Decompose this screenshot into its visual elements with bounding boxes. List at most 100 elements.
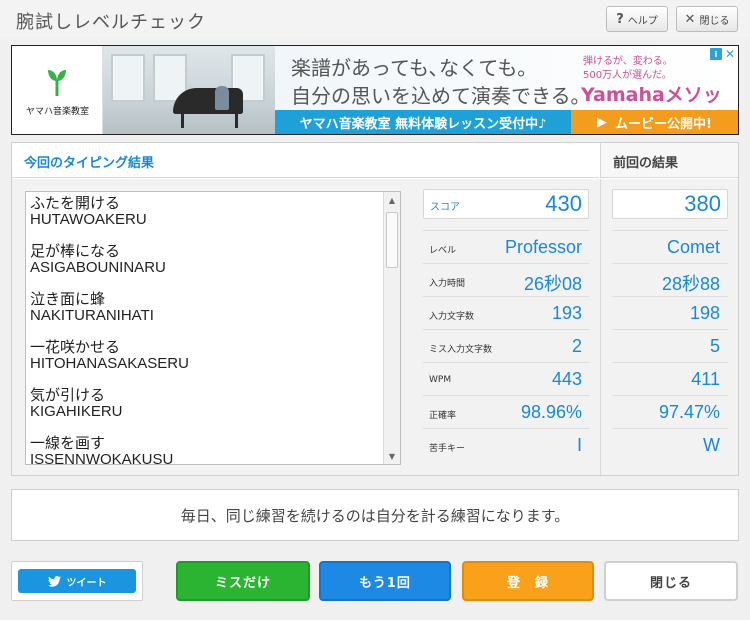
current-weak-key: I — [576, 435, 582, 455]
current-wpm: 443 — [551, 369, 582, 389]
stat-label-accuracy: 正確率 — [429, 411, 457, 421]
previous-chars: 198 — [689, 303, 720, 323]
ad-cta-movie[interactable]: ▶ ムービー公開中! — [571, 110, 738, 134]
stat-label-wpm: WPM — [429, 375, 452, 385]
ad-banner[interactable]: ヤマハ音楽教室 楽譜があっても､なくても｡ 自分の思いを込めて演奏できる｡ 弾け… — [11, 45, 739, 135]
row-divider — [612, 362, 728, 363]
previous-misses: 5 — [709, 336, 720, 356]
current-results-header: 今回のタイピング結果 — [12, 143, 599, 178]
previous-score: 380 — [684, 191, 721, 216]
word-kana: ふたを開ける — [30, 195, 121, 212]
row-divider — [423, 296, 589, 297]
row-divider — [423, 230, 589, 231]
row-divider — [612, 428, 728, 429]
row-divider — [612, 329, 728, 330]
word-romaji: ASIGABOUNINARU — [30, 259, 166, 276]
stat-label-weak-key: 苦手キー — [429, 444, 466, 454]
stat-label-level: レベル — [429, 246, 457, 256]
help-button[interactable]: ? ヘルプ — [606, 6, 668, 32]
ad-copy-line2: 自分の思いを込めて演奏できる｡ — [291, 84, 581, 108]
word-kana: 一線を画す — [30, 435, 106, 452]
word-kana: 気が引ける — [30, 387, 106, 404]
row-divider — [612, 395, 728, 396]
close-button[interactable]: 閉じる — [604, 561, 738, 601]
close-window-button[interactable]: ✕ 閉じる — [676, 6, 738, 32]
row-divider — [423, 395, 589, 396]
previous-accuracy: 97.47% — [658, 402, 720, 422]
tweet-container: ツイート — [11, 561, 143, 601]
register-button[interactable]: 登 録 — [462, 561, 594, 601]
scroll-down-icon[interactable]: ▼ — [384, 448, 400, 464]
previous-wpm: 411 — [691, 369, 720, 389]
word-romaji: HITOHANASAKASERU — [30, 355, 189, 372]
ad-info-icon[interactable]: i — [710, 48, 722, 60]
word-romaji: HUTAWOAKERU — [30, 211, 147, 228]
ad-cta-movie-label: ムービー公開中! — [615, 116, 712, 132]
close-window-label: 閉じる — [699, 15, 730, 27]
child-illustration — [215, 86, 229, 110]
row-divider — [612, 263, 728, 264]
piano-leg — [181, 112, 184, 128]
results-panel: 今回のタイピング結果 前回の結果 ふたを開ける HUTAWOAKERU 足が棒に… — [11, 142, 739, 476]
previous-time: 28秒88 — [661, 274, 720, 294]
ad-cta-lesson[interactable]: ヤマハ音楽教室 無料体験レッスン受付中♪ — [275, 110, 571, 134]
previous-level: Comet — [666, 237, 720, 257]
close-icon: ✕ — [684, 11, 696, 27]
word-kana: 泣き面に蜂 — [30, 291, 106, 308]
word-list-scrollbar[interactable]: ▲ ▼ — [383, 192, 400, 464]
photo-window — [111, 54, 145, 102]
word-kana: 一花咲かせる — [30, 339, 121, 356]
stat-label-chars: 入力文字数 — [429, 312, 475, 322]
tweet-button[interactable]: ツイート — [18, 569, 136, 593]
ad-brand: ヤマハ音楽教室 — [25, 107, 89, 117]
previous-weak-key: W — [703, 435, 720, 455]
question-icon: ? — [616, 11, 624, 27]
score-label: スコア — [430, 202, 460, 213]
advice-message: 毎日、同じ練習を続けるのは自分を計る練習になります。 — [11, 489, 739, 541]
help-button-label: ヘルプ — [627, 15, 658, 27]
previous-score-box: 380 — [612, 189, 728, 219]
scroll-thumb[interactable] — [386, 212, 398, 268]
current-score: 430 — [545, 191, 582, 216]
previous-stats-column — [600, 179, 738, 475]
current-score-box: スコア 430 — [423, 189, 589, 219]
previous-results-title: 前回の結果 — [613, 156, 679, 171]
ad-photo — [103, 46, 275, 134]
current-time: 26秒08 — [523, 274, 582, 294]
ad-controls: i ✕ — [710, 46, 738, 62]
window-title: 腕試しレベルチェック — [16, 12, 206, 33]
ad-logo: ヤマハ音楽教室 — [12, 46, 103, 134]
retry-button[interactable]: もう1回 — [319, 561, 451, 601]
tweet-label: ツイート — [66, 577, 107, 589]
stat-label-time: 入力時間 — [429, 279, 466, 289]
current-stats-column — [414, 179, 600, 475]
current-level: Professor — [504, 237, 582, 257]
scroll-up-icon[interactable]: ▲ — [384, 192, 400, 208]
word-romaji: ISSENNWOKAKUSU — [30, 451, 174, 465]
previous-results-header: 前回の結果 — [600, 143, 738, 178]
stat-label-misses: ミス入力文字数 — [429, 345, 493, 355]
twitter-bird-icon — [47, 575, 61, 587]
current-misses: 2 — [571, 336, 582, 356]
row-divider — [612, 296, 728, 297]
row-divider — [423, 428, 589, 429]
current-chars: 193 — [551, 303, 582, 323]
word-kana: 足が棒になる — [30, 243, 121, 260]
word-romaji: NAKITURANIHATI — [30, 307, 154, 324]
row-divider — [612, 230, 728, 231]
typed-words-list[interactable]: ふたを開ける HUTAWOAKERU 足が棒になる ASIGABOUNINARU… — [25, 191, 401, 465]
piano-leg — [235, 112, 238, 128]
play-icon: ▶ — [597, 114, 608, 130]
ad-copy-area: 楽譜があっても､なくても｡ 自分の思いを込めて演奏できる｡ 弾けるが、変わる。 … — [275, 46, 731, 133]
title-bar: 腕試しレベルチェック ? ヘルプ ✕ 閉じる — [0, 0, 750, 38]
current-results-title: 今回のタイピング結果 — [24, 156, 155, 171]
ad-side-line1: 弾けるが、変わる。 — [583, 56, 673, 67]
sprout-logo-icon — [48, 70, 66, 96]
ad-close-icon[interactable]: ✕ — [724, 47, 736, 61]
word-romaji: KIGAHIKERU — [30, 403, 123, 420]
piano-illustration — [173, 88, 243, 114]
current-accuracy: 98.96% — [520, 402, 582, 422]
ad-side-line2: 500万人が選んだ。 — [583, 70, 672, 81]
row-divider — [423, 263, 589, 264]
practice-misses-button[interactable]: ミスだけ — [176, 561, 310, 601]
